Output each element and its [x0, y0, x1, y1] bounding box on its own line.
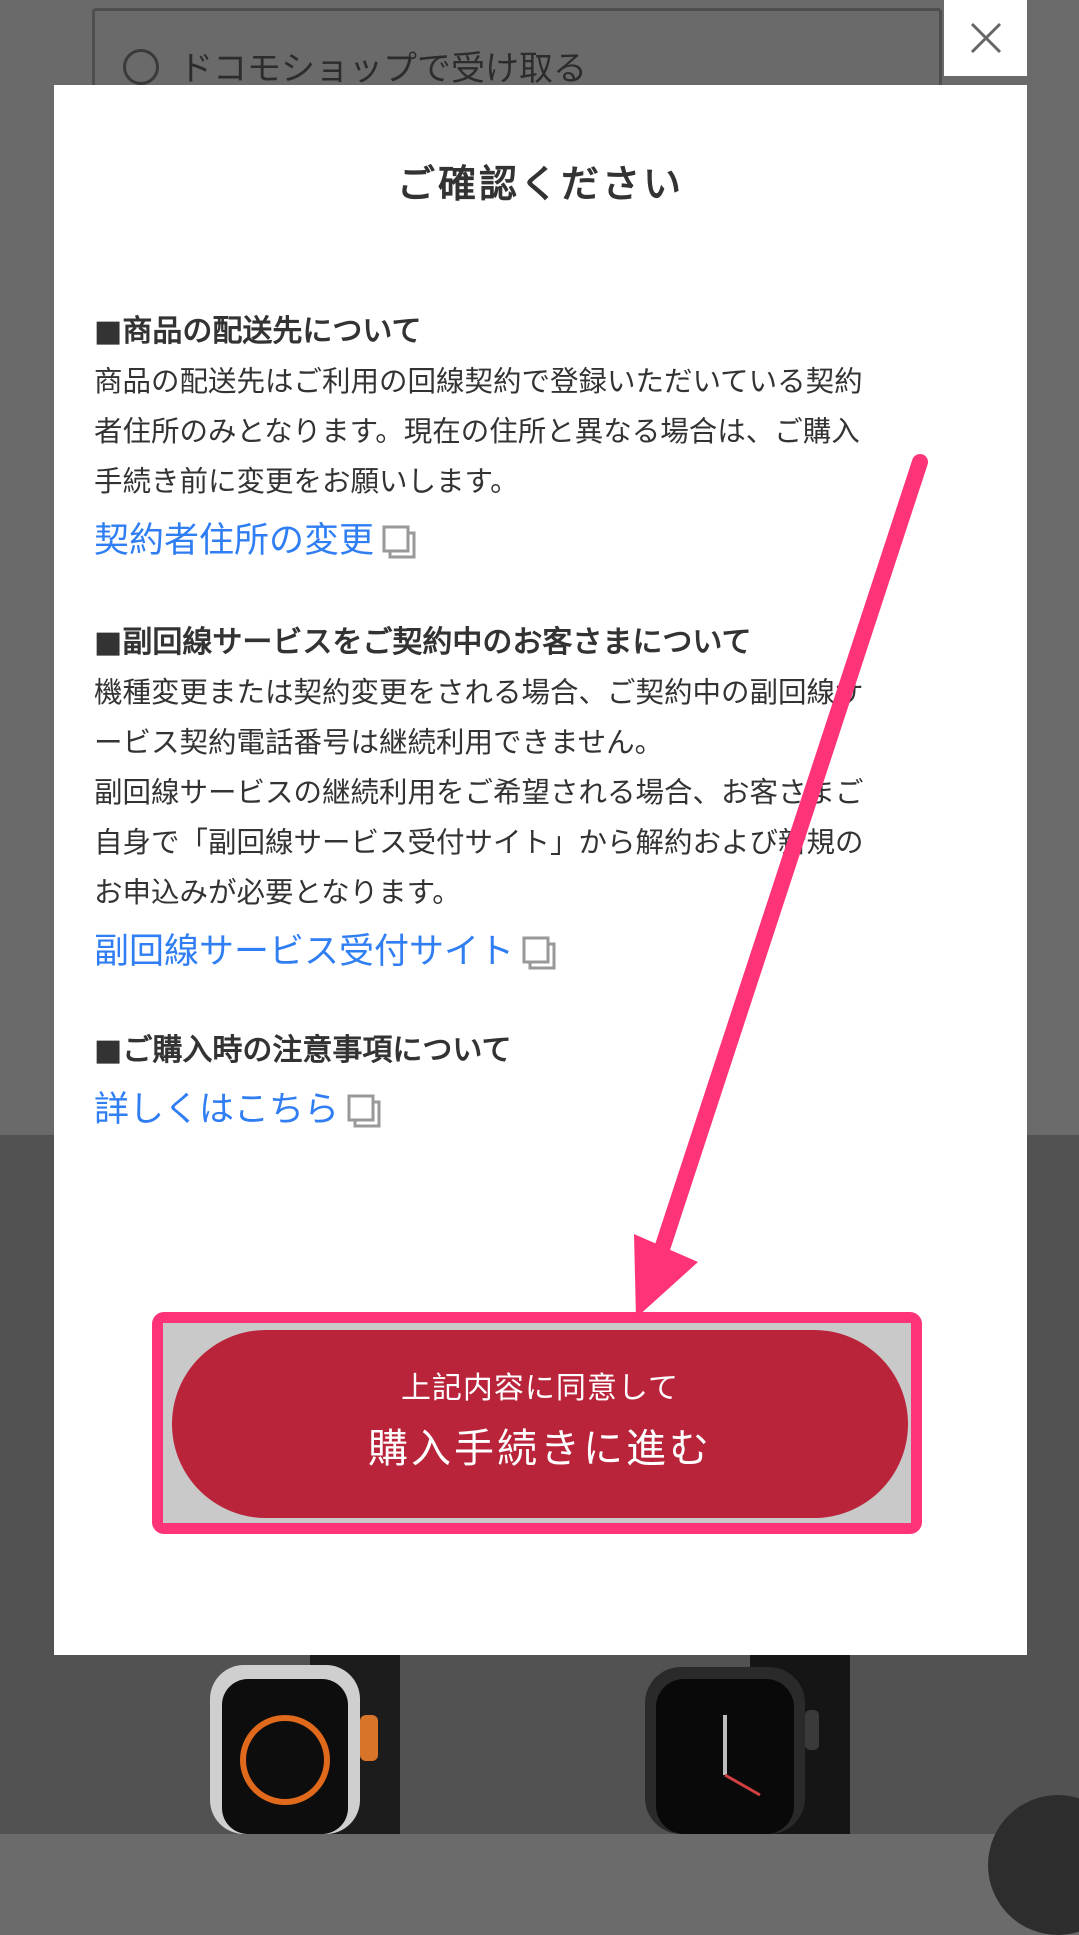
close-button[interactable] — [944, 0, 1027, 76]
close-icon — [970, 22, 1001, 54]
section-text: 自身で「副回線サービス受付サイト」から解約および新規の — [94, 826, 864, 859]
link-label: 副回線サービス受付サイト — [94, 932, 515, 972]
link-label: 契約者住所の変更 — [94, 521, 375, 561]
details-link[interactable]: 詳しくはこちら — [94, 1080, 385, 1140]
section-text: 機種変更または契約変更をされる場合、ご契約中の副回線サ — [94, 676, 864, 709]
external-link-icon — [347, 1094, 381, 1128]
watch-ultra-image — [210, 1655, 400, 1834]
delivery-option-shop: ドコモショップで受け取る — [92, 8, 942, 89]
section-purchase-notes: ■ご購入時の注意事項について 詳しくはこちら — [94, 1026, 974, 1140]
cta-main-label: 購入手続きに進む — [368, 1426, 712, 1472]
proceed-to-purchase-button[interactable]: 上記内容に同意して 購入手続きに進む — [172, 1330, 908, 1518]
section-sub-line-service: ■副回線サービスをご契約中のお客さまについて 機種変更または契約変更をされる場合… — [94, 618, 974, 982]
radio-icon — [123, 49, 159, 85]
link-label: 詳しくはこちら — [94, 1090, 340, 1130]
watch-series-image — [645, 1655, 850, 1834]
section-text: 商品の配送先はご利用の回線契約で登録いただいている契約 — [94, 365, 863, 398]
section-text: 副回線サービスの継続利用をご希望される場合、お客さまご — [94, 776, 864, 809]
external-link-icon — [522, 936, 556, 970]
section-text: お申込みが必要となります。 — [94, 876, 461, 909]
section-text: 者住所のみとなります。現在の住所と異なる場合は、ご購入 — [94, 415, 860, 448]
section-heading: ■ご購入時の注意事項について — [94, 1033, 512, 1068]
change-address-link[interactable]: 契約者住所の変更 — [94, 511, 420, 571]
section-heading: ■商品の配送先について — [94, 314, 422, 349]
section-heading: ■副回線サービスをご契約中のお客さまについて — [94, 625, 752, 660]
external-link-icon — [382, 525, 416, 559]
delivery-option-label: ドコモショップで受け取る — [179, 49, 587, 89]
modal-title: ご確認ください — [396, 162, 684, 206]
section-delivery-address: ■商品の配送先について 商品の配送先はご利用の回線契約で登録いただいている契約 … — [94, 307, 974, 571]
section-text: ービス契約電話番号は継続利用できません。 — [94, 726, 664, 759]
cta-sub-label: 上記内容に同意して — [400, 1371, 680, 1406]
sub-line-service-site-link[interactable]: 副回線サービス受付サイト — [94, 922, 560, 982]
section-text: 手続き前に変更をお願いします。 — [94, 465, 519, 498]
